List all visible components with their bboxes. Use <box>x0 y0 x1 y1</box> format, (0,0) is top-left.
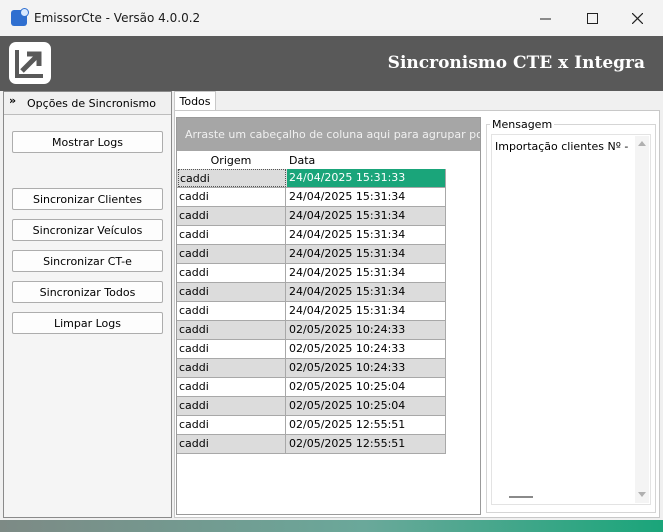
cell-data[interactable]: 24/04/2025 15:31:34 <box>287 302 446 320</box>
cell-data[interactable]: 24/04/2025 15:31:33 <box>287 169 446 187</box>
table-row[interactable]: caddi 24/04/2025 15:31:34 <box>177 188 446 207</box>
column-header-data[interactable]: Data <box>289 152 439 169</box>
cell-data[interactable]: 02/05/2025 10:25:04 <box>287 397 446 415</box>
table-row[interactable]: caddi 24/04/2025 15:31:33 <box>177 169 446 188</box>
cell-data[interactable]: 24/04/2025 15:31:34 <box>287 264 446 282</box>
arrow-logo-icon <box>15 50 43 78</box>
cell-origem[interactable]: caddi <box>178 435 286 453</box>
cell-data[interactable]: 02/05/2025 10:24:33 <box>287 340 446 358</box>
maximize-button[interactable] <box>577 6 607 30</box>
logo <box>9 42 51 84</box>
cell-data[interactable]: 02/05/2025 12:55:51 <box>287 435 446 453</box>
tab-todos[interactable]: Todos <box>174 91 216 110</box>
cell-origem[interactable]: caddi <box>178 226 286 244</box>
table-row[interactable]: caddi 02/05/2025 10:25:04 <box>177 397 446 416</box>
cell-origem[interactable]: caddi <box>178 378 286 396</box>
maximize-icon <box>586 12 598 24</box>
sync-all-button[interactable]: Sincronizar Todos <box>12 281 163 303</box>
cell-origem[interactable]: caddi <box>178 359 286 377</box>
cell-data[interactable]: 02/05/2025 10:24:33 <box>287 321 446 339</box>
window-title: EmissorCte - Versão 4.0.0.2 <box>34 11 201 25</box>
cell-origem[interactable]: caddi <box>178 416 286 434</box>
group-by-panel[interactable]: Arraste um cabeçalho de coluna aqui para… <box>177 118 480 151</box>
cell-origem[interactable]: caddi <box>178 245 286 263</box>
double-chevron-down-icon: » <box>9 94 17 107</box>
sync-options-panel: » Opções de Sincronismo Mostrar Logs Sin… <box>3 91 172 518</box>
sync-options-header[interactable]: » Opções de Sincronismo <box>4 92 171 115</box>
sync-vehicles-button[interactable]: Sincronizar Veículos <box>12 219 163 241</box>
log-grid: Arraste um cabeçalho de coluna aqui para… <box>176 117 481 515</box>
table-row[interactable]: caddi 02/05/2025 10:25:04 <box>177 378 446 397</box>
cell-origem[interactable]: caddi <box>178 321 286 339</box>
show-logs-button[interactable]: Mostrar Logs <box>12 131 163 153</box>
message-scrollbar[interactable] <box>635 136 649 503</box>
table-row[interactable]: caddi 24/04/2025 15:31:34 <box>177 245 446 264</box>
message-text: Importação clientes Nº - 5 c <box>495 140 632 153</box>
cell-origem[interactable]: caddi <box>178 264 286 282</box>
sync-cte-button[interactable]: Sincronizar CT-e <box>12 250 163 272</box>
cell-data[interactable]: 02/05/2025 10:24:33 <box>287 359 446 377</box>
cell-origem[interactable]: caddi <box>178 283 286 301</box>
cell-data[interactable]: 24/04/2025 15:31:34 <box>287 188 446 206</box>
minimize-icon <box>539 18 551 19</box>
column-header-origem[interactable]: Origem <box>177 152 285 169</box>
app-icon <box>11 8 29 26</box>
cell-origem[interactable]: caddi <box>178 207 286 225</box>
cell-data[interactable]: 24/04/2025 15:31:34 <box>287 245 446 263</box>
cell-data[interactable]: 02/05/2025 12:55:51 <box>287 416 446 434</box>
message-hscroll-thumb[interactable] <box>509 496 533 498</box>
cell-origem[interactable]: caddi <box>178 188 286 206</box>
table-row[interactable]: caddi 24/04/2025 15:31:34 <box>177 226 446 245</box>
close-button[interactable] <box>622 6 652 30</box>
close-icon <box>631 12 643 24</box>
app-header: Sincronismo CTE x Integra <box>0 36 663 91</box>
message-label: Mensagem <box>490 118 555 131</box>
status-bar <box>0 520 663 532</box>
cell-origem[interactable]: caddi <box>178 340 286 358</box>
clear-logs-button[interactable]: Limpar Logs <box>12 312 163 334</box>
cell-data[interactable]: 02/05/2025 10:25:04 <box>287 378 446 396</box>
table-row[interactable]: caddi 02/05/2025 12:55:51 <box>177 435 446 454</box>
sync-options-title: Opções de Sincronismo <box>27 97 156 110</box>
table-row[interactable]: caddi 24/04/2025 15:31:34 <box>177 283 446 302</box>
table-row[interactable]: caddi 02/05/2025 10:24:33 <box>177 321 446 340</box>
table-row[interactable]: caddi 24/04/2025 15:31:34 <box>177 302 446 321</box>
cell-origem[interactable]: caddi <box>178 169 286 187</box>
tab-bar: Todos <box>174 91 660 111</box>
title-bar: EmissorCte - Versão 4.0.0.2 <box>0 0 663 36</box>
table-row[interactable]: caddi 02/05/2025 12:55:51 <box>177 416 446 435</box>
sync-clients-button[interactable]: Sincronizar Clientes <box>12 188 163 210</box>
header-title: Sincronismo CTE x Integra <box>387 53 645 73</box>
message-textarea[interactable]: Importação clientes Nº - 5 c <box>491 134 651 505</box>
table-row[interactable]: caddi 24/04/2025 15:31:34 <box>177 264 446 283</box>
scroll-down-icon[interactable] <box>638 492 646 497</box>
cell-data[interactable]: 24/04/2025 15:31:34 <box>287 207 446 225</box>
table-row[interactable]: caddi 02/05/2025 10:24:33 <box>177 359 446 378</box>
cell-data[interactable]: 24/04/2025 15:31:34 <box>287 283 446 301</box>
cell-origem[interactable]: caddi <box>178 397 286 415</box>
group-by-hint: Arraste um cabeçalho de coluna aqui para… <box>185 128 480 141</box>
scroll-up-icon[interactable] <box>638 141 646 146</box>
cell-data[interactable]: 24/04/2025 15:31:34 <box>287 226 446 244</box>
table-row[interactable]: caddi 24/04/2025 15:31:34 <box>177 207 446 226</box>
table-row[interactable]: caddi 02/05/2025 10:24:33 <box>177 340 446 359</box>
cell-origem[interactable]: caddi <box>178 302 286 320</box>
minimize-button[interactable] <box>530 6 560 30</box>
